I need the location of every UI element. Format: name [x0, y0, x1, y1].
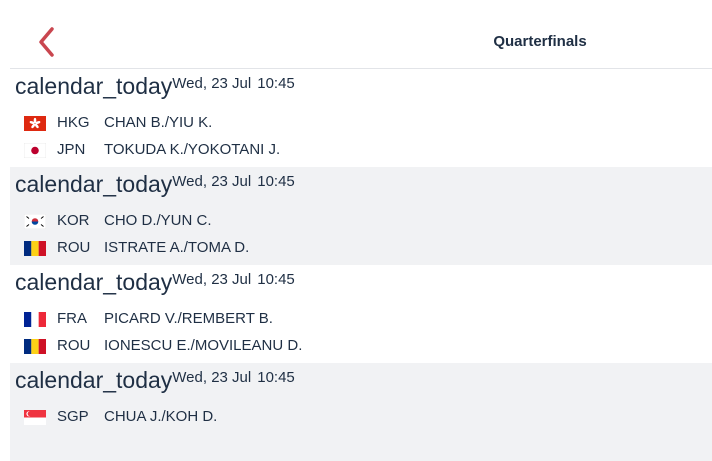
match-item[interactable]: calendar_todayWed, 23 Jul 10:45 KOR CHO D… [10, 167, 712, 265]
match-time: 10:45 [257, 173, 295, 190]
player-names: CHO D./YUN C. [104, 212, 212, 229]
match-list: calendar_todayWed, 23 Jul 10:45 HKG CHAN … [10, 69, 712, 461]
country-code: ROU [57, 239, 91, 256]
match-date-row: calendar_todayWed, 23 Jul 10:45 [15, 171, 295, 198]
match-time: 10:45 [257, 75, 295, 92]
match-item[interactable]: calendar_todayWed, 23 Jul 10:45 HKG CHAN … [10, 69, 712, 167]
romania-flag-icon [24, 241, 46, 256]
back-button[interactable] [32, 24, 64, 60]
match-time: 10:45 [257, 369, 295, 386]
country-code: KOR [57, 212, 90, 229]
player-names: PICARD V./REMBERT B. [104, 310, 273, 327]
match-date: Wed, 23 Jul [172, 369, 252, 386]
calendar-icon: calendar_today [15, 73, 173, 99]
top-bar: Quarterfinals [0, 0, 712, 68]
calendar-icon: calendar_today [15, 171, 173, 197]
match-time: 10:45 [257, 271, 295, 288]
player-names: CHAN B./YIU K. [104, 114, 213, 131]
hong-kong-flag-icon [24, 116, 46, 131]
calendar-icon: calendar_today [15, 367, 173, 393]
japan-flag-icon [24, 143, 46, 158]
chevron-left-icon [39, 27, 54, 57]
france-flag-icon [24, 312, 46, 327]
calendar-icon: calendar_today [15, 269, 173, 295]
romania-flag-icon [24, 339, 46, 354]
country-code: JPN [57, 141, 86, 158]
match-date-row: calendar_todayWed, 23 Jul 10:45 [15, 269, 295, 296]
match-date-row: calendar_todayWed, 23 Jul 10:45 [15, 367, 295, 394]
page-title: Quarterfinals [493, 33, 587, 50]
country-code: FRA [57, 310, 87, 327]
match-item[interactable]: calendar_todayWed, 23 Jul 10:45 SGP CHUA … [10, 363, 712, 461]
player-names: TOKUDA K./YOKOTANI J. [104, 141, 281, 158]
player-names: ISTRATE A./TOMA D. [104, 239, 250, 256]
match-date: Wed, 23 Jul [172, 75, 252, 92]
country-code: ROU [57, 337, 91, 354]
match-item[interactable]: calendar_todayWed, 23 Jul 10:45 FRA PICAR… [10, 265, 712, 363]
korea-flag-icon [24, 214, 46, 229]
match-date-row: calendar_todayWed, 23 Jul 10:45 [15, 73, 295, 100]
match-date: Wed, 23 Jul [172, 271, 252, 288]
match-date: Wed, 23 Jul [172, 173, 252, 190]
player-names: IONESCU E./MOVILEANU D. [104, 337, 303, 354]
singapore-flag-icon [24, 410, 46, 425]
country-code: HKG [57, 114, 90, 131]
